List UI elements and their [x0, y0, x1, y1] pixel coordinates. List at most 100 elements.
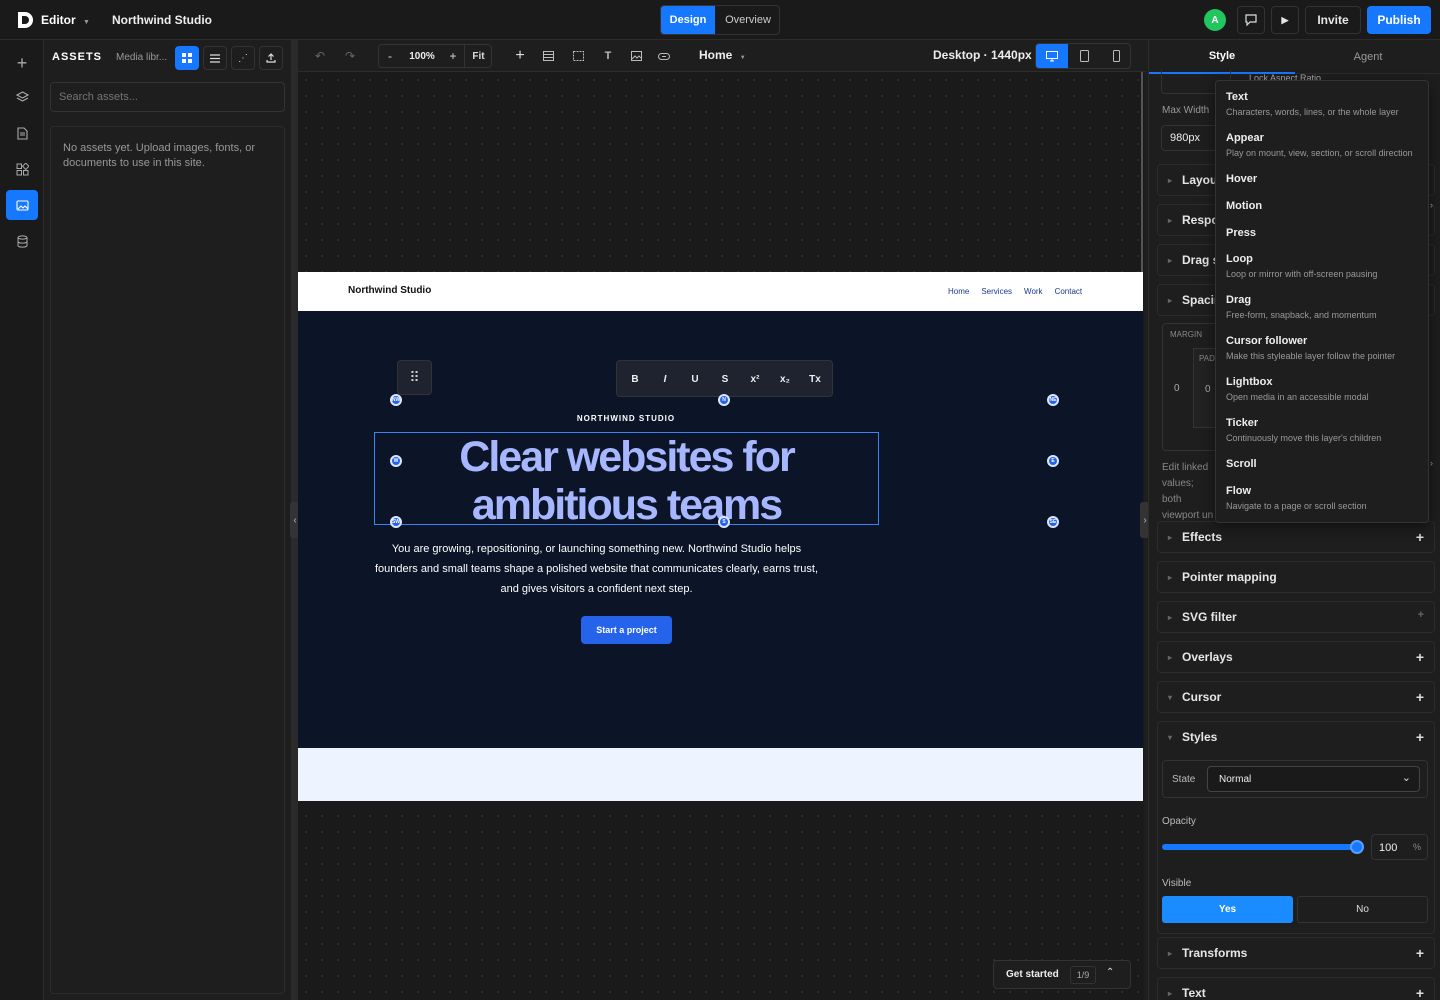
- nav-link-services[interactable]: Services: [981, 287, 1012, 296]
- hero-eyebrow[interactable]: NORTHWIND STUDIO: [298, 414, 954, 423]
- bold-button[interactable]: B: [620, 361, 650, 397]
- menu-item-appear[interactable]: Appear Play on mount, view, section, or s…: [1226, 132, 1431, 158]
- zoom-fit-button[interactable]: Fit: [464, 45, 492, 67]
- resize-handle-ne[interactable]: NE: [1047, 394, 1059, 406]
- chevron-up-icon[interactable]: ⌃: [1106, 967, 1114, 978]
- comments-button[interactable]: [1237, 6, 1265, 34]
- resize-handle-s[interactable]: S: [718, 516, 730, 528]
- strikethrough-button[interactable]: S: [710, 361, 740, 397]
- media-library-tab[interactable]: Media libr...: [116, 52, 167, 63]
- add-icon[interactable]: +: [6, 48, 38, 78]
- frame-icon[interactable]: [570, 45, 586, 67]
- database-icon[interactable]: [6, 226, 38, 256]
- tab-style[interactable]: Style: [1149, 40, 1295, 74]
- site-brand[interactable]: Northwind Studio: [348, 285, 431, 296]
- menu-item-press[interactable]: Press: [1226, 227, 1431, 239]
- hero-section[interactable]: ⠿ B I U S x² x₂ Tx NORTHWIND STUDIO Clea…: [298, 311, 1143, 748]
- resize-handle-sw[interactable]: SW: [390, 516, 402, 528]
- redo-icon[interactable]: ↷: [342, 45, 358, 67]
- add-icon[interactable]: +: [1416, 985, 1424, 1000]
- resize-handle-se[interactable]: SE: [1047, 516, 1059, 528]
- project-name[interactable]: Northwind Studio: [112, 13, 212, 27]
- menu-item-lightbox[interactable]: Lightbox Open media in an accessible moda…: [1226, 376, 1431, 402]
- menu-item-flow[interactable]: Flow Navigate to a page or scroll section: [1226, 485, 1431, 511]
- assets-icon[interactable]: [6, 190, 38, 220]
- tab-overview[interactable]: Overview: [715, 6, 779, 34]
- app-logo[interactable]: [16, 11, 34, 29]
- add-icon[interactable]: +: [1416, 649, 1424, 665]
- publish-button[interactable]: Publish: [1367, 6, 1431, 34]
- menu-item-ticker[interactable]: Ticker Continuously move this layer's chi…: [1226, 417, 1431, 443]
- padding-left-value[interactable]: 0: [1205, 384, 1211, 395]
- next-section[interactable]: [298, 748, 1143, 801]
- layers-icon[interactable]: [6, 82, 38, 112]
- subscript-button[interactable]: x₂: [770, 361, 800, 397]
- sort-button[interactable]: ⋰: [231, 46, 255, 70]
- add-icon[interactable]: +: [1416, 729, 1424, 745]
- section-overlays[interactable]: ▸ Overlays +: [1157, 641, 1435, 673]
- zoom-level[interactable]: 100%: [401, 45, 443, 67]
- section-svg-filter[interactable]: ▸ SVG filter +: [1157, 601, 1435, 633]
- section-effects[interactable]: ▸ Effects +: [1157, 521, 1435, 553]
- upload-button[interactable]: [259, 46, 283, 70]
- superscript-button[interactable]: x²: [740, 361, 770, 397]
- tab-agent[interactable]: Agent: [1295, 40, 1440, 74]
- list-view-button[interactable]: [203, 46, 227, 70]
- zoom-out-button[interactable]: -: [379, 45, 401, 67]
- section-styles[interactable]: ▾ Styles +: [1157, 721, 1435, 753]
- opacity-knob[interactable]: [1350, 840, 1364, 854]
- clear-format-button[interactable]: Tx: [800, 361, 830, 397]
- undo-icon[interactable]: ↶: [312, 45, 328, 67]
- avatar[interactable]: A: [1204, 9, 1226, 31]
- section-pointer-mapping[interactable]: ▸ Pointer mapping: [1157, 561, 1435, 593]
- cta-button[interactable]: Start a project: [581, 616, 672, 644]
- section-icon[interactable]: [540, 45, 556, 67]
- link-tool-icon[interactable]: [656, 45, 672, 67]
- section-text[interactable]: ▸ Text +: [1157, 977, 1435, 1000]
- state-select[interactable]: Normal ⌄: [1207, 766, 1420, 792]
- menu-item-cursor-follower[interactable]: Cursor follower Make this styleable layer…: [1226, 335, 1431, 361]
- resize-handle-n[interactable]: N: [718, 394, 730, 406]
- grid-view-button[interactable]: [175, 46, 199, 70]
- desktop-view-button[interactable]: [1036, 44, 1068, 68]
- hero-body[interactable]: You are growing, repositioning, or launc…: [374, 539, 819, 599]
- resize-handle-e[interactable]: E: [1047, 455, 1059, 467]
- resize-handle-w[interactable]: W: [390, 455, 402, 467]
- resize-handle-nw[interactable]: NW: [390, 394, 402, 406]
- mobile-view-button[interactable]: [1100, 44, 1130, 68]
- menu-item-motion[interactable]: Motion ›: [1226, 200, 1433, 212]
- invite-button[interactable]: Invite: [1305, 6, 1361, 34]
- nav-link-home[interactable]: Home: [948, 287, 969, 296]
- zoom-in-button[interactable]: +: [443, 45, 463, 67]
- add-icon[interactable]: +: [1416, 689, 1424, 705]
- menu-item-loop[interactable]: Loop Loop or mirror with off-screen pausi…: [1226, 253, 1431, 279]
- nav-link-contact[interactable]: Contact: [1055, 287, 1083, 296]
- nav-link-work[interactable]: Work: [1024, 287, 1043, 296]
- add-icon[interactable]: +: [1416, 529, 1424, 545]
- editor-menu[interactable]: Editor ▼: [41, 13, 90, 27]
- menu-item-hover[interactable]: Hover: [1226, 173, 1431, 185]
- add-icon[interactable]: +: [1416, 945, 1424, 961]
- visible-no-button[interactable]: No: [1297, 896, 1428, 923]
- get-started-widget[interactable]: Get started 1/9 ⌃: [993, 960, 1131, 989]
- tab-design[interactable]: Design: [661, 6, 715, 34]
- drag-handle[interactable]: ⠿: [397, 360, 432, 395]
- preview-button[interactable]: ▶: [1271, 6, 1299, 34]
- section-cursor[interactable]: ▾ Cursor +: [1157, 681, 1435, 713]
- underline-button[interactable]: U: [680, 361, 710, 397]
- components-icon[interactable]: [6, 154, 38, 184]
- canvas[interactable]: Northwind Studio Home Services Work Cont…: [298, 72, 1144, 1000]
- visible-yes-button[interactable]: Yes: [1162, 896, 1293, 923]
- italic-button[interactable]: I: [650, 361, 680, 397]
- section-transforms[interactable]: ▸ Transforms +: [1157, 937, 1435, 969]
- tablet-view-button[interactable]: [1068, 44, 1100, 68]
- pages-icon[interactable]: [6, 118, 38, 148]
- menu-item-scroll[interactable]: Scroll ›: [1226, 458, 1433, 470]
- page-select[interactable]: Home ▼: [699, 48, 746, 62]
- menu-item-text[interactable]: Text Characters, words, lines, or the who…: [1226, 91, 1431, 117]
- margin-left-value[interactable]: 0: [1174, 383, 1180, 394]
- opacity-slider[interactable]: [1162, 840, 1364, 854]
- menu-item-drag[interactable]: Drag Free-form, snapback, and momentum: [1226, 294, 1431, 320]
- image-tool-icon[interactable]: [628, 45, 644, 67]
- text-tool-icon[interactable]: T: [600, 45, 616, 67]
